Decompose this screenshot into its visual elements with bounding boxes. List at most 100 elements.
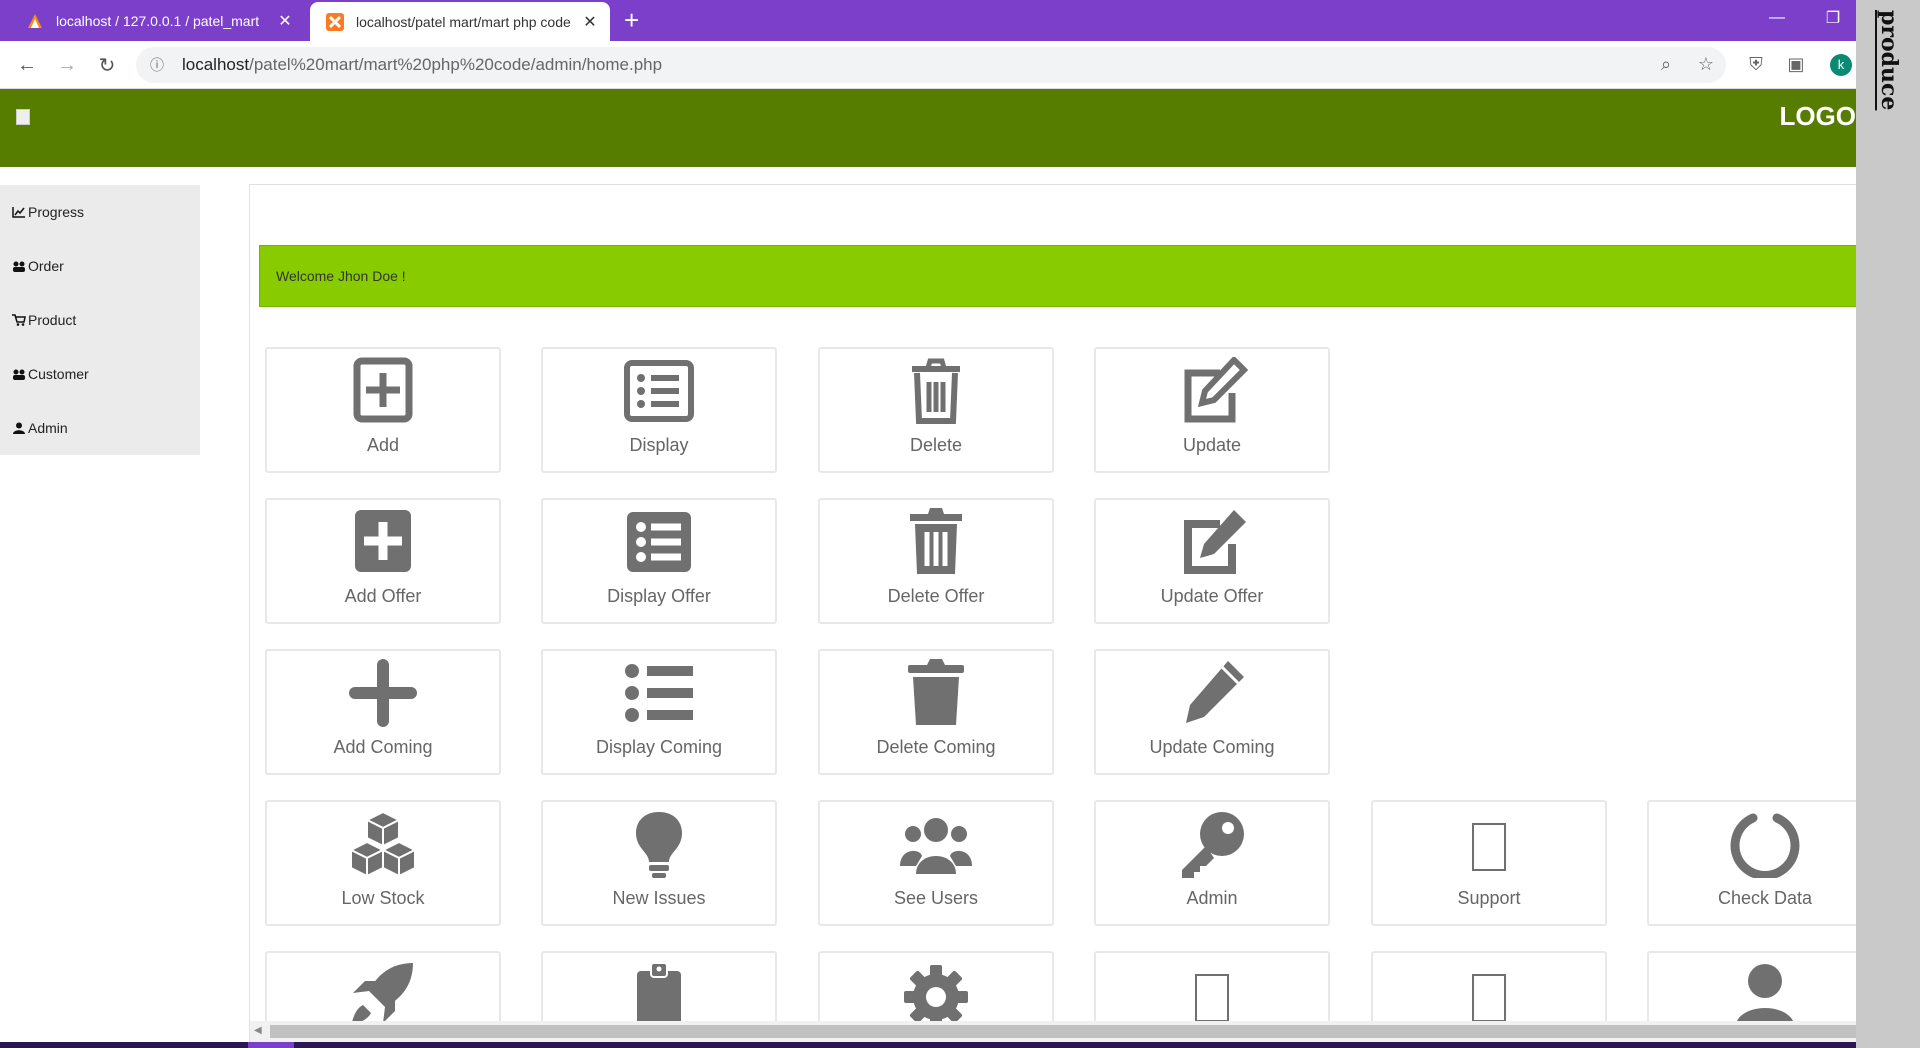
plus-icon [349, 659, 417, 727]
close-tab-icon[interactable]: ✕ [273, 11, 297, 31]
welcome-banner: Welcome Jhon Doe ! [259, 245, 1856, 307]
scroll-left-icon[interactable]: ◀ [254, 1025, 262, 1036]
missing-glyph-icon [1472, 974, 1506, 1022]
cart-icon [12, 314, 26, 326]
missing-glyph-icon [1195, 974, 1229, 1022]
sidebar-item-label: Progress [28, 204, 85, 220]
missing-glyph-icon [1472, 823, 1506, 871]
users-icon [13, 261, 25, 272]
card-label: Check Data [1717, 888, 1813, 908]
address-bar[interactable]: ⓘ localhost/patel%20mart/mart%20php%20co… [136, 47, 1726, 83]
url-text: localhost/patel%20mart/mart%20php%20code… [182, 55, 663, 74]
pencil-icon [1186, 661, 1244, 723]
dashboard-card-add[interactable]: Add [265, 347, 501, 473]
trash-outline-icon [912, 358, 960, 424]
card-label: Add Offer [344, 586, 422, 606]
broken-image-icon [16, 109, 30, 125]
sidebar-item-label: Product [28, 312, 77, 328]
restore-icon[interactable]: ❐ [1810, 0, 1856, 36]
tab-title: localhost / 127.0.0.1 / patel_mart [56, 12, 260, 29]
sidebar-item-order[interactable]: Order [0, 239, 200, 293]
sidebar-item-customer[interactable]: Customer [0, 347, 200, 401]
sidebar-item-product[interactable]: Product [0, 293, 200, 347]
forward-arrow-icon[interactable]: → [53, 51, 81, 79]
dashboard-card-add-offer[interactable]: Add Offer [265, 498, 501, 624]
back-arrow-icon[interactable]: ← [13, 51, 41, 79]
sidebar-item-label: Customer [28, 366, 89, 382]
list-ul-icon [625, 664, 693, 722]
browser-tab-home[interactable]: localhost/patel mart/mart php code ✕ [310, 2, 610, 41]
dashboard-card-check-data[interactable]: Check Data [1647, 800, 1856, 926]
selenium-extension-icon[interactable]: ▣ [1784, 54, 1808, 75]
sidebar-item-admin[interactable]: Admin [0, 401, 200, 455]
side-panel: produce [1856, 0, 1920, 1048]
dashboard-card-update-offer[interactable]: Update Offer [1094, 498, 1330, 624]
dashboard-card-update-coming[interactable]: Update Coming [1094, 649, 1330, 775]
info-icon[interactable]: ⓘ [150, 55, 170, 75]
users-icon [13, 369, 25, 380]
browser-tab-bar: localhost / 127.0.0.1 / patel_mart ✕ loc… [0, 0, 1920, 41]
cog-icon [904, 965, 968, 1029]
dashboard-card-delete[interactable]: Delete [818, 347, 1054, 473]
sidebar: Progress Order Product Customer Admin [0, 185, 200, 455]
dashboard-card-add-coming[interactable]: Add Coming [265, 649, 501, 775]
new-tab-button[interactable]: + [624, 6, 639, 34]
taskbar-edge [0, 1042, 1856, 1048]
tab-title: localhost/patel mart/mart php code [356, 13, 571, 30]
trash-alt-icon [910, 508, 962, 574]
zoom-icon[interactable]: ⌕ [1654, 54, 1678, 75]
browser-tab-phpmyadmin[interactable]: localhost / 127.0.0.1 / patel_mart ✕ [10, 0, 305, 41]
cubes-icon [348, 810, 418, 878]
phpmyadmin-favicon-icon [28, 13, 42, 28]
content-top-border [249, 184, 1856, 185]
lightbulb-icon [635, 812, 683, 878]
card-label: Support [1457, 888, 1521, 908]
card-label: Delete Coming [876, 737, 996, 757]
dashboard-card-display-coming[interactable]: Display Coming [541, 649, 777, 775]
rocket-icon [351, 963, 413, 1025]
card-label: Update Offer [1160, 586, 1264, 606]
dashboard-card-low-stock[interactable]: Low Stock [265, 800, 501, 926]
user-icon [1735, 964, 1795, 1029]
edit-outline-icon [1184, 357, 1248, 423]
plus-square-outline-icon [353, 357, 413, 423]
card-label: Delete [909, 435, 963, 455]
card-label: New Issues [612, 888, 706, 908]
dashboard-card-delete-offer[interactable]: Delete Offer [818, 498, 1054, 624]
dashboard-card-display-offer[interactable]: Display Offer [541, 498, 777, 624]
dashboard-card-new-issues[interactable]: New Issues [541, 800, 777, 926]
dashboard-card-support[interactable]: Support [1371, 800, 1607, 926]
edit-icon [1184, 510, 1246, 574]
key-icon [1182, 812, 1244, 878]
side-panel-text: produce [1876, 10, 1902, 111]
shield-extension-icon[interactable]: ⛨ [1744, 54, 1768, 75]
card-label: Display Offer [607, 586, 711, 606]
list-alt-outline-icon [624, 360, 694, 422]
dashboard-card-admin[interactable]: Admin [1094, 800, 1330, 926]
card-label: Admin [1186, 888, 1238, 908]
close-tab-icon[interactable]: ✕ [578, 12, 602, 32]
card-label: Add Coming [333, 737, 433, 757]
dashboard-card-see-users[interactable]: See Users [818, 800, 1054, 926]
dashboard-card-update[interactable]: Update [1094, 347, 1330, 473]
card-label: See Users [893, 888, 979, 908]
card-label: Update Coming [1149, 737, 1275, 757]
scrollbar-thumb[interactable] [270, 1025, 1856, 1038]
dashboard-card-delete-coming[interactable]: Delete Coming [818, 649, 1054, 775]
user-icon [13, 422, 25, 434]
reload-icon[interactable]: ↻ [93, 51, 121, 79]
taskbar-active-indicator [248, 1042, 294, 1048]
page-viewport: LOGO Progress Order Product Customer Adm… [0, 89, 1856, 1042]
clipboard-icon [637, 962, 681, 1029]
sidebar-item-progress[interactable]: Progress [0, 185, 200, 239]
site-header: LOGO [0, 89, 1856, 167]
profile-avatar[interactable]: k [1830, 54, 1852, 76]
horizontal-scrollbar[interactable]: ◀ [250, 1021, 1856, 1042]
list-alt-icon [627, 512, 691, 572]
content-left-border [249, 185, 250, 1042]
bookmark-star-icon[interactable]: ☆ [1694, 54, 1718, 75]
minimize-icon[interactable]: — [1754, 0, 1800, 36]
card-label: Add [366, 435, 400, 455]
dashboard-card-display[interactable]: Display [541, 347, 777, 473]
card-label: Low Stock [341, 888, 425, 908]
